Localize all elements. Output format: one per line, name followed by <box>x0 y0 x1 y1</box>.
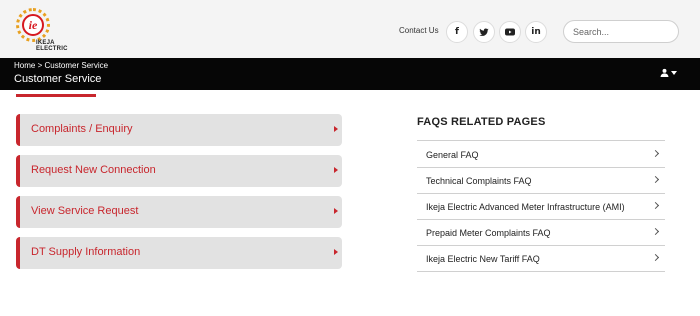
contact-us-link[interactable]: Contact Us <box>399 26 439 35</box>
caret-down-icon <box>671 70 677 75</box>
breadcrumb-separator: > <box>37 61 43 70</box>
site-header: ie IKEJA ELECTRIC Contact Us f in <box>0 0 700 58</box>
complaints-enquiry-button[interactable]: Complaints / Enquiry <box>16 114 342 146</box>
youtube-icon[interactable] <box>499 21 521 43</box>
request-new-connection-button[interactable]: Request New Connection <box>16 155 342 187</box>
chevron-right-icon <box>651 253 660 262</box>
caret-right-icon <box>334 249 338 255</box>
chevron-right-icon <box>651 149 660 158</box>
logo-mark: ie <box>28 18 38 32</box>
caret-right-icon <box>334 167 338 173</box>
caret-right-icon <box>334 208 338 214</box>
service-label: Complaints / Enquiry <box>31 123 133 135</box>
chevron-right-icon <box>651 175 660 184</box>
user-icon <box>660 68 669 77</box>
faq-link-technical-complaints[interactable]: Technical Complaints FAQ <box>417 168 665 194</box>
chevron-right-icon <box>651 201 660 210</box>
service-label: View Service Request <box>31 205 139 217</box>
search-input[interactable] <box>563 20 679 43</box>
twitter-icon[interactable] <box>473 21 495 43</box>
faq-link-general[interactable]: General FAQ <box>417 142 665 168</box>
faq-link-new-tariff[interactable]: Ikeja Electric New Tariff FAQ <box>417 246 665 272</box>
ikeja-electric-logo[interactable]: ie IKEJA ELECTRIC <box>14 8 78 54</box>
caret-right-icon <box>334 126 338 132</box>
twitter-bird-icon <box>479 27 489 36</box>
faq-link-label: General FAQ <box>426 150 479 160</box>
faq-divider <box>417 140 665 141</box>
faq-link-ami[interactable]: Ikeja Electric Advanced Meter Infrastruc… <box>417 194 665 220</box>
faq-link-label: Ikeja Electric New Tariff FAQ <box>426 254 540 264</box>
breadcrumb-current: Customer Service <box>44 61 109 70</box>
logo-text: IKEJA ELECTRIC <box>36 40 68 52</box>
service-label: Request New Connection <box>31 164 156 176</box>
page-title: Customer Service <box>14 73 102 85</box>
faq-link-label: Ikeja Electric Advanced Meter Infrastruc… <box>426 202 625 212</box>
faq-section-title: FAQS RELATED PAGES <box>417 116 546 128</box>
logo-core: ie <box>22 14 44 36</box>
faq-link-label: Prepaid Meter Complaints FAQ <box>426 228 551 238</box>
breadcrumb-home[interactable]: Home <box>14 61 35 70</box>
view-service-request-button[interactable]: View Service Request <box>16 196 342 228</box>
dt-supply-information-button[interactable]: DT Supply Information <box>16 237 342 269</box>
faq-link-prepaid-meter[interactable]: Prepaid Meter Complaints FAQ <box>417 220 665 246</box>
facebook-icon[interactable]: f <box>446 21 468 43</box>
user-menu[interactable] <box>660 68 677 77</box>
youtube-play-icon <box>505 28 515 36</box>
page-title-bar: Home > Customer Service Customer Service <box>0 58 700 90</box>
chevron-right-icon <box>651 227 660 236</box>
faq-link-label: Technical Complaints FAQ <box>426 176 532 186</box>
service-label: DT Supply Information <box>31 246 141 258</box>
breadcrumb: Home > Customer Service <box>14 61 108 70</box>
linkedin-icon[interactable]: in <box>525 21 547 43</box>
title-underline <box>16 94 96 97</box>
